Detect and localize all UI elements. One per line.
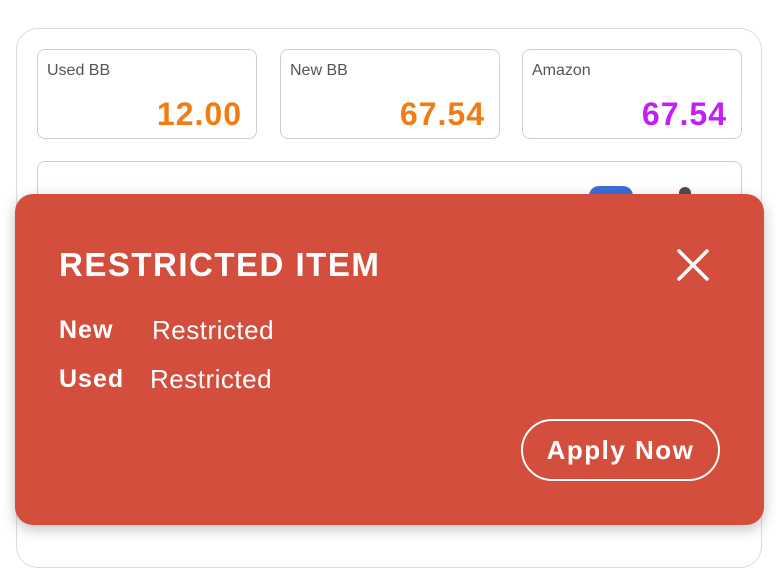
price-box-amazon: Amazon 67.54 <box>522 49 742 139</box>
price-label: Amazon <box>532 62 591 79</box>
price-label: Used BB <box>47 62 111 79</box>
restricted-item-alert: RESTRICTED ITEM New Restricted Used Rest… <box>15 194 764 525</box>
price-value: 12.00 <box>156 96 242 132</box>
price-value: 67.54 <box>641 96 727 132</box>
price-value: 67.54 <box>399 96 485 132</box>
alert-title: RESTRICTED ITEM <box>59 246 381 283</box>
restriction-used-status: Restricted <box>150 364 273 394</box>
restriction-used-label: Used <box>59 365 125 393</box>
apply-now-button[interactable]: Apply Now <box>521 419 720 481</box>
restriction-new-status: Restricted <box>152 315 275 345</box>
restriction-new-label: New <box>59 316 114 344</box>
close-icon[interactable] <box>676 248 710 282</box>
price-box-used-bb: Used BB 12.00 <box>37 49 257 139</box>
price-label: New BB <box>290 62 348 79</box>
price-box-new-bb: New BB 67.54 <box>280 49 500 139</box>
